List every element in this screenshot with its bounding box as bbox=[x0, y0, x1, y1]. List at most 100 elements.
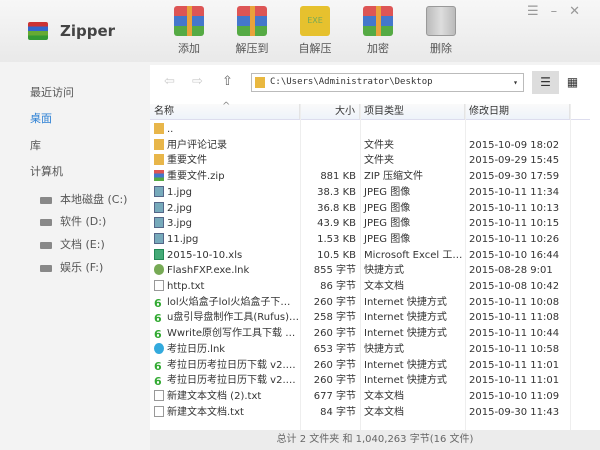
file-row[interactable]: 11.jpg 1.53 KB JPEG 图像 2015-10-11 10:26 bbox=[150, 232, 590, 248]
column-date[interactable]: 修改日期 bbox=[465, 104, 570, 119]
path-input[interactable]: C:\Users\Administrator\Desktop ▾ bbox=[251, 73, 524, 92]
file-row[interactable]: 6 考拉日历考拉日历下载 v2.0.1... 260 字节 Internet 快捷… bbox=[150, 358, 590, 374]
extract-button[interactable]: 解压到 bbox=[227, 6, 277, 56]
delete-button[interactable]: 删除 bbox=[416, 6, 466, 56]
txt-icon bbox=[154, 280, 164, 291]
sfx-button[interactable]: EXE 自解压 bbox=[290, 6, 340, 56]
column-size[interactable]: 大小 bbox=[300, 104, 360, 119]
file-type: Internet 快捷方式 bbox=[364, 296, 447, 308]
column-type[interactable]: 项目类型 bbox=[360, 104, 465, 119]
drive-e[interactable]: 文档 (E:) bbox=[40, 236, 105, 252]
file-row[interactable]: 新建文本文档 (2).txt 677 字节 文本文档 2015-10-10 11… bbox=[150, 389, 590, 405]
internet-shortcut-icon: 6 bbox=[154, 296, 162, 310]
file-date bbox=[465, 122, 570, 138]
file-date: 2015-10-11 10:08 bbox=[469, 296, 560, 308]
app-logo-icon bbox=[28, 22, 48, 40]
close-icon[interactable]: ✕ bbox=[569, 4, 592, 19]
file-size: 86 字节 bbox=[320, 281, 356, 292]
drive-icon bbox=[40, 264, 52, 272]
file-row[interactable]: 6 lol火焰盒子lol火焰盒子下载 V... 260 字节 Internet 快… bbox=[150, 295, 590, 311]
encrypt-button[interactable]: 加密 bbox=[353, 6, 403, 56]
folder-icon bbox=[255, 77, 265, 88]
file-date: 2015-10-11 11:01 bbox=[469, 375, 560, 387]
file-list: .. 用户评论记录 文件夹 2015-10-09 18:02 重要文件 文件夹 2… bbox=[150, 122, 590, 430]
sidebar-item-computer[interactable]: 计算机 bbox=[30, 163, 63, 179]
img-icon bbox=[154, 232, 164, 244]
drive-c[interactable]: 本地磁盘 (C:) bbox=[40, 191, 127, 207]
file-row[interactable]: 2015-10-10.xls 10.5 KB Microsoft Excel 工… bbox=[150, 248, 590, 264]
file-row[interactable]: 6 u盘引导盘制作工具(Rufus)下... 258 字节 Internet 快捷… bbox=[150, 310, 590, 326]
file-size: 855 字节 bbox=[313, 265, 356, 277]
file-date: 2015-09-30 17:59 bbox=[469, 171, 560, 183]
file-type: JPEG 图像 bbox=[364, 218, 411, 230]
drive-icon bbox=[40, 196, 52, 204]
up-arrow-icon[interactable]: ⇧ bbox=[222, 74, 233, 89]
img-icon bbox=[154, 217, 164, 229]
file-size: 260 字节 bbox=[313, 375, 356, 387]
file-row[interactable]: 6 考拉日历考拉日历下载 v2.0.1... 260 字节 Internet 快捷… bbox=[150, 373, 590, 389]
file-date: 2015-09-29 15:45 bbox=[469, 155, 560, 167]
file-type: Microsoft Excel 工作... bbox=[364, 249, 465, 261]
file-row[interactable]: 用户评论记录 文件夹 2015-10-09 18:02 bbox=[150, 138, 590, 154]
file-row[interactable]: 2.jpg 36.8 KB JPEG 图像 2015-10-11 10:13 bbox=[150, 201, 590, 217]
drive-label: 娱乐 (F:) bbox=[60, 261, 104, 274]
minimize-icon[interactable]: – bbox=[551, 4, 570, 19]
file-row[interactable]: 重要文件 文件夹 2015-09-29 15:45 bbox=[150, 153, 590, 169]
file-size: 258 字节 bbox=[313, 312, 356, 324]
file-type: 文件夹 bbox=[364, 155, 394, 167]
file-row[interactable]: 3.jpg 43.9 KB JPEG 图像 2015-10-11 10:15 bbox=[150, 216, 590, 232]
file-type: JPEG 图像 bbox=[364, 233, 411, 245]
file-row[interactable]: 新建文本文档.txt 84 字节 文本文档 2015-09-30 11:43 bbox=[150, 405, 590, 421]
file-panel: ⇦ ⇨ ⇧ C:\Users\Administrator\Desktop ▾ ☰ … bbox=[150, 65, 600, 430]
drive-f[interactable]: 娱乐 (F:) bbox=[40, 259, 103, 275]
column-name[interactable]: 名称 ^ bbox=[150, 101, 300, 119]
xls-icon bbox=[154, 248, 164, 260]
file-date: 2015-09-30 11:43 bbox=[469, 406, 560, 418]
file-size: 36.8 KB bbox=[317, 202, 356, 214]
file-name: 6 u盘引导盘制作工具(Rufus)下... bbox=[154, 312, 300, 326]
add-archive-icon bbox=[174, 6, 204, 36]
file-row[interactable]: 考拉日历.lnk 653 字节 快捷方式 2015-10-11 10:58 bbox=[150, 342, 590, 358]
grid-view-button[interactable]: ▦ bbox=[559, 71, 586, 94]
file-size: 260 字节 bbox=[313, 328, 356, 340]
sort-ascending-icon: ^ bbox=[222, 101, 231, 112]
file-date: 2015-10-09 18:02 bbox=[469, 139, 560, 151]
window-controls: ☰–✕ bbox=[527, 4, 592, 19]
file-row[interactable]: FlashFXP.exe.lnk 855 字节 快捷方式 2015-08-28 … bbox=[150, 263, 590, 279]
file-size bbox=[300, 138, 360, 154]
file-row[interactable]: 6 Wwrite原创写作工具下载 6.1... 260 字节 Internet 快… bbox=[150, 326, 590, 342]
file-date: 2015-10-11 10:58 bbox=[469, 343, 560, 355]
delete-label: 删除 bbox=[430, 42, 452, 55]
trash-icon bbox=[426, 6, 456, 36]
file-name: 6 Wwrite原创写作工具下载 6.1... bbox=[154, 328, 300, 342]
list-view-button[interactable]: ☰ bbox=[532, 71, 559, 94]
file-type: 文本文档 bbox=[364, 281, 404, 292]
file-row[interactable]: http.txt 86 字节 文本文档 2015-10-08 10:42 bbox=[150, 279, 590, 295]
sidebar-item-recent[interactable]: 最近访问 bbox=[30, 84, 74, 100]
file-name: 考拉日历.lnk bbox=[150, 342, 300, 358]
navigation-bar: ⇦ ⇨ ⇧ C:\Users\Administrator\Desktop ▾ ☰ … bbox=[150, 65, 600, 103]
file-date: 2015-08-28 9:01 bbox=[469, 265, 553, 277]
drive-d[interactable]: 软件 (D:) bbox=[40, 213, 106, 229]
drive-label: 文档 (E:) bbox=[60, 238, 105, 251]
txt-icon bbox=[154, 389, 164, 401]
file-row[interactable]: 1.jpg 38.3 KB JPEG 图像 2015-10-11 11:34 bbox=[150, 185, 590, 201]
file-type: 文本文档 bbox=[364, 390, 404, 402]
chevron-down-icon[interactable]: ▾ bbox=[513, 74, 518, 91]
encrypt-icon bbox=[363, 6, 393, 36]
file-row[interactable]: .. bbox=[150, 122, 590, 138]
file-row[interactable]: 重要文件.zip 881 KB ZIP 压缩文件 2015-09-30 17:5… bbox=[150, 169, 590, 185]
forward-arrow-icon[interactable]: ⇨ bbox=[192, 74, 203, 89]
add-button[interactable]: 添加 bbox=[164, 6, 214, 56]
back-arrow-icon[interactable]: ⇦ bbox=[164, 74, 175, 89]
sfx-label: 自解压 bbox=[298, 42, 332, 55]
sidebar-item-desktop[interactable]: 桌面 bbox=[30, 110, 52, 126]
add-label: 添加 bbox=[178, 42, 200, 55]
menu-icon[interactable]: ☰ bbox=[527, 4, 551, 19]
path-text: C:\Users\Administrator\Desktop bbox=[270, 77, 433, 87]
sidebar-item-library[interactable]: 库 bbox=[30, 137, 41, 153]
file-name: 新建文本文档 (2).txt bbox=[150, 389, 300, 405]
file-date: 2015-10-10 16:44 bbox=[469, 249, 560, 261]
file-type: 快捷方式 bbox=[364, 265, 404, 277]
file-size: 43.9 KB bbox=[317, 218, 356, 230]
